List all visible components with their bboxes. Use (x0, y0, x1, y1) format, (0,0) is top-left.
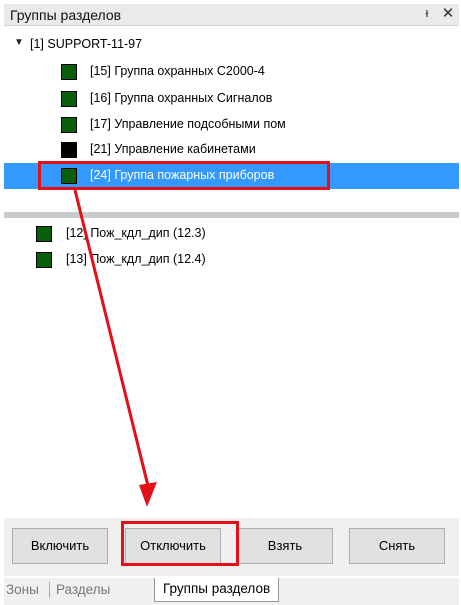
zone-label: [13] Пож_кдл_дип (12.4) (66, 252, 206, 266)
tree-group-label: [16] Группа охранных Сигналов (90, 91, 273, 105)
tree-group-label: [17] Управление подсобными пом (90, 117, 286, 131)
tree-root-node[interactable]: ▼ [1] SUPPORT-11-97 (4, 35, 459, 55)
tree-group-item[interactable]: [17] Управление подсобными пом (4, 112, 459, 138)
status-square-icon (36, 252, 52, 268)
tab-sections[interactable]: Разделы (56, 582, 110, 597)
section-groups-panel: Группы разделов ᵻ ✕ ▼ [1] SUPPORT-11-97 … (0, 0, 461, 605)
annotation-highlight-selected-group (38, 161, 330, 190)
tree-group-label: [21] Управление кабинетами (90, 142, 256, 156)
pin-icon[interactable]: ᵻ (420, 5, 434, 20)
expand-triangle-icon[interactable]: ▼ (14, 37, 24, 48)
disarm-button[interactable]: Снять (349, 528, 445, 564)
status-square-icon (61, 117, 77, 133)
status-square-icon (36, 226, 52, 242)
enable-button[interactable]: Включить (12, 528, 108, 564)
panel-title: Группы разделов (10, 7, 122, 23)
tab-zones[interactable]: Зоны (6, 582, 39, 597)
tab-section-groups[interactable]: Группы разделов (154, 578, 280, 602)
tree-group-label: [15] Группа охранных С2000-4 (90, 64, 265, 78)
zone-label: [12] Пож_кдл_дип (12.3) (66, 226, 206, 240)
annotation-highlight-disable-button (121, 521, 239, 566)
status-square-icon (61, 64, 77, 80)
tree-group-item[interactable]: [16] Группа охранных Сигналов (4, 86, 459, 112)
tab-separator (49, 582, 50, 598)
status-square-icon (61, 142, 77, 158)
status-square-icon (61, 91, 77, 107)
zones-list: [12] Пож_кдл_дип (12.3) [13] Пож_кдл_дип… (4, 221, 459, 511)
close-icon[interactable]: ✕ (441, 4, 455, 22)
tree-group-item[interactable]: [15] Группа охранных С2000-4 (4, 59, 459, 85)
tree-root-label: [1] SUPPORT-11-97 (30, 37, 143, 51)
panel-titlebar: Группы разделов ᵻ ✕ (4, 4, 459, 26)
arm-button[interactable]: Взять (237, 528, 333, 564)
bottom-tabs: Зоны Разделы Группы разделов (4, 578, 459, 605)
zone-list-item[interactable]: [13] Пож_кдл_дип (12.4) (4, 247, 459, 273)
tree-group-item[interactable]: [21] Управление кабинетами (4, 137, 459, 163)
zone-list-item[interactable]: [12] Пож_кдл_дип (12.3) (4, 221, 459, 247)
splitter[interactable] (4, 212, 459, 218)
